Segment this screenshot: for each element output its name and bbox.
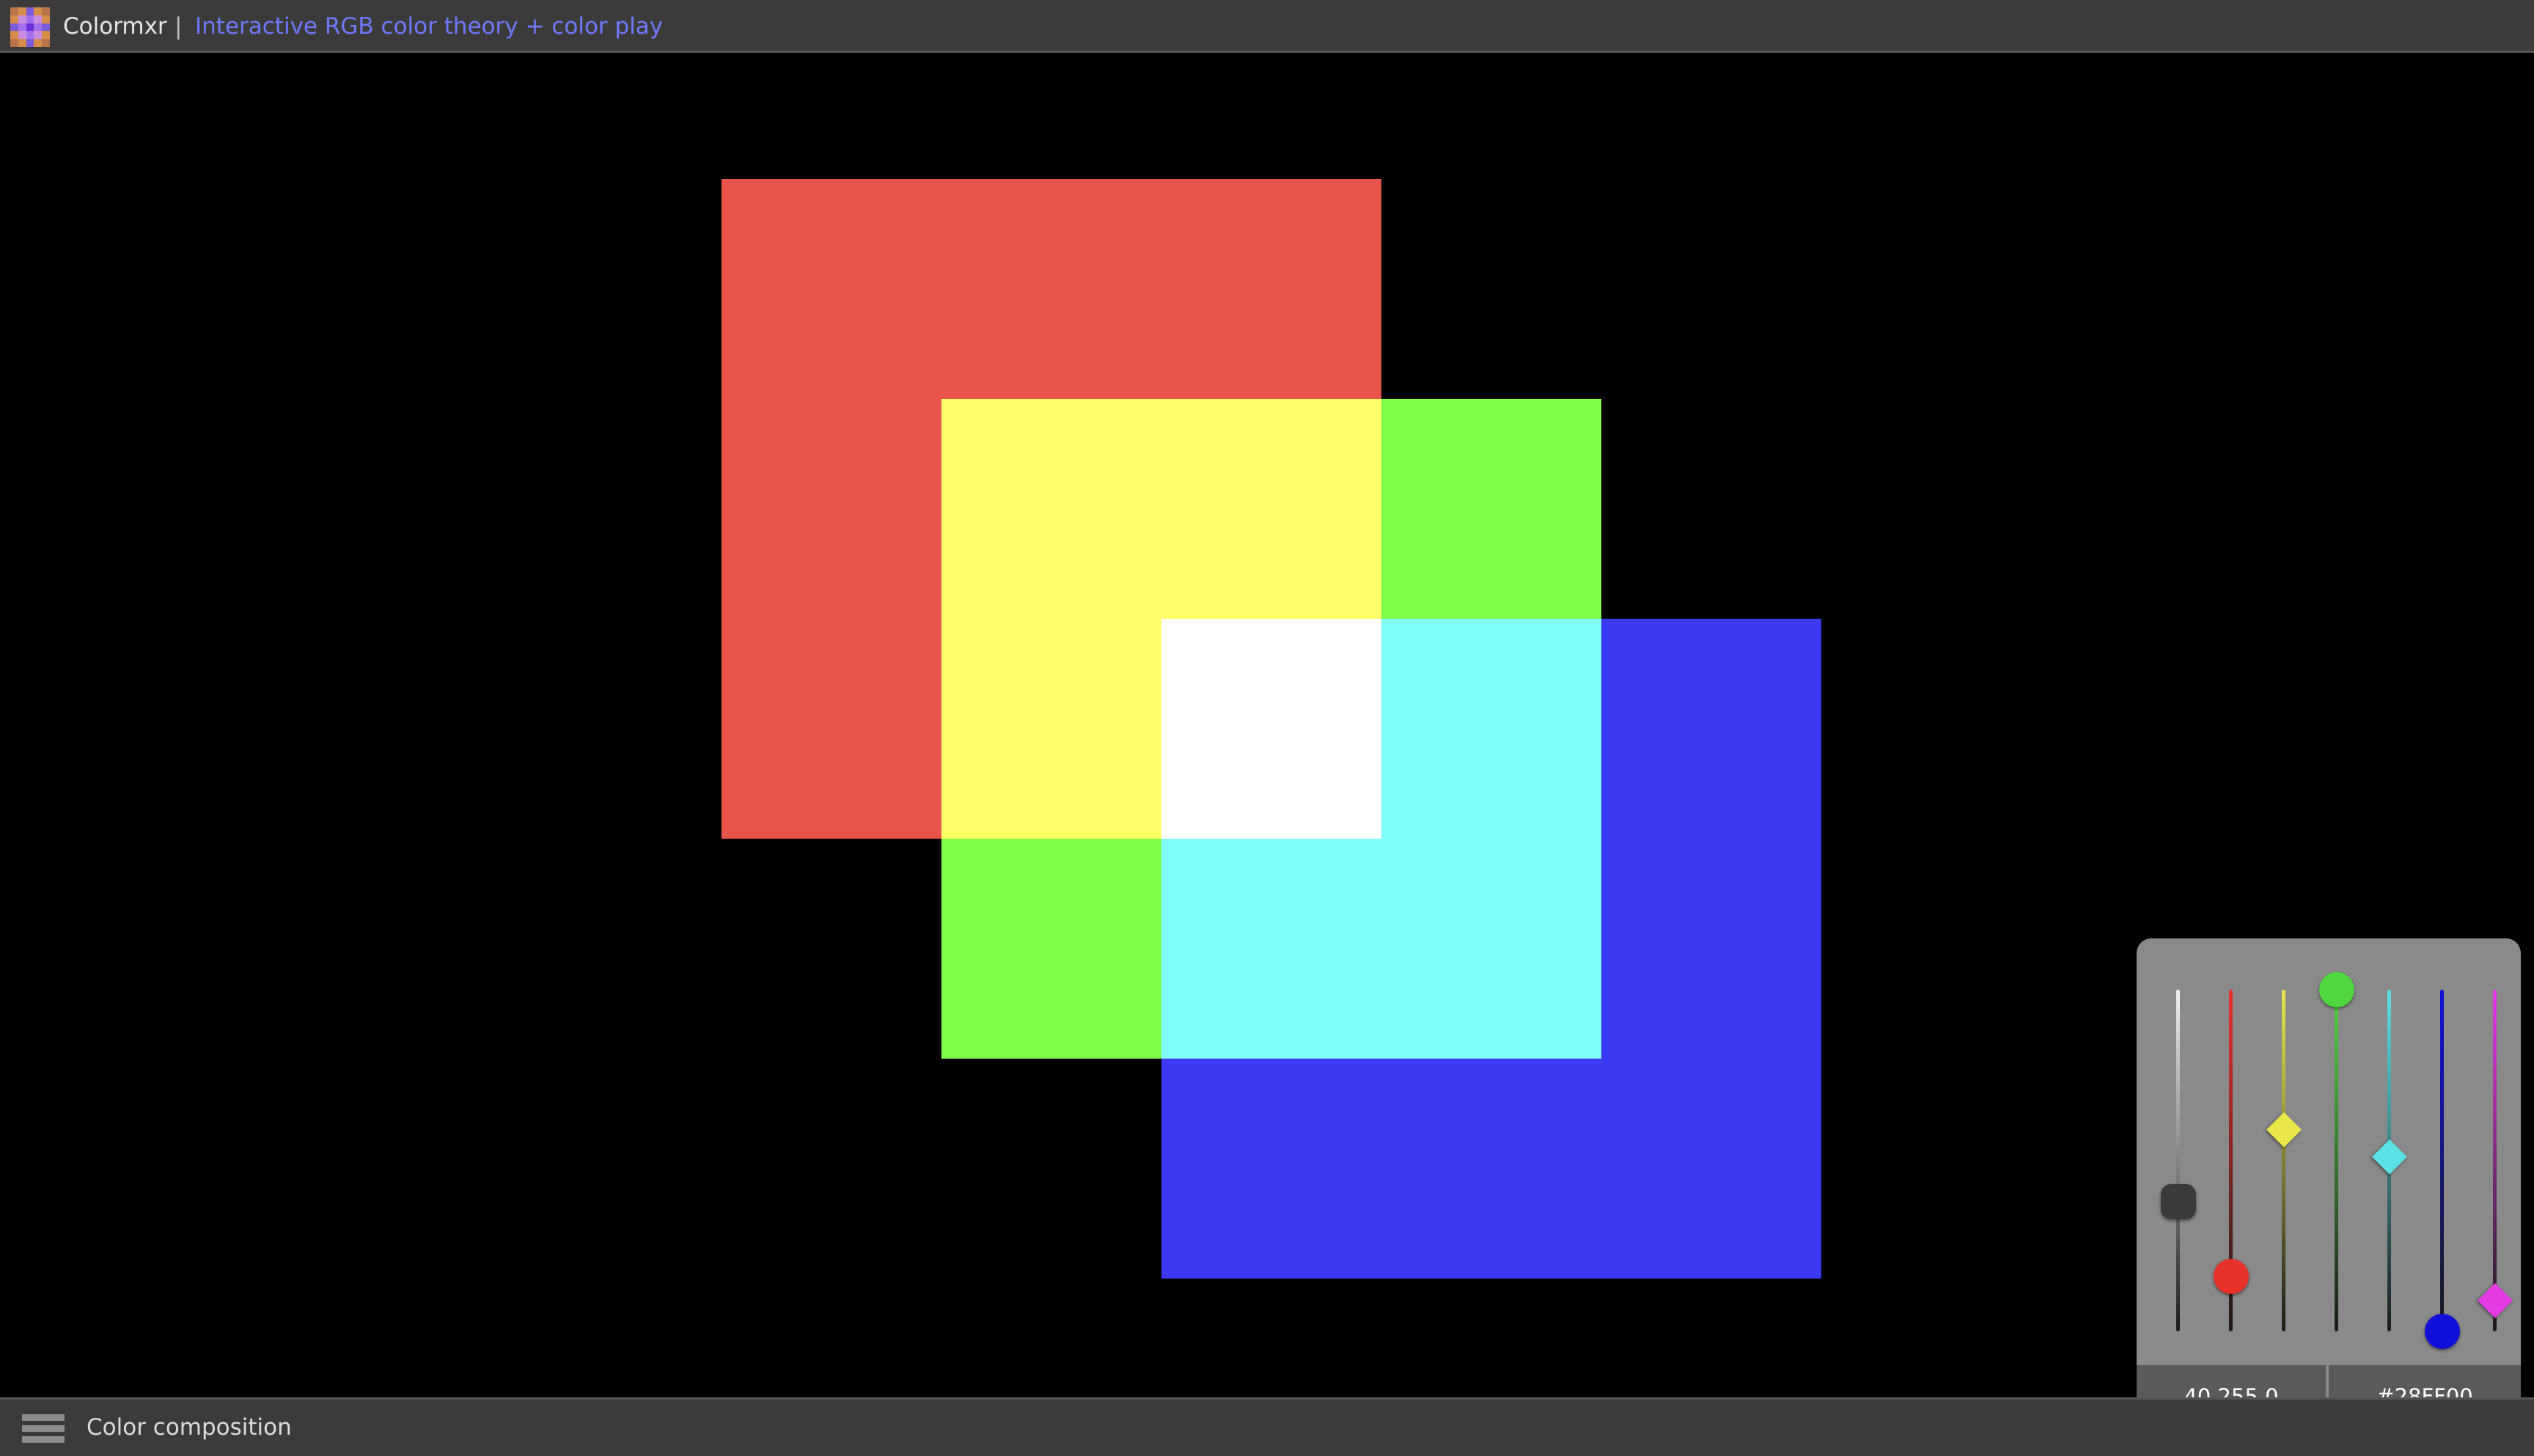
yellow-slider-track[interactable] — [2282, 990, 2285, 1331]
white-overlap — [1161, 619, 1381, 839]
brightness-slider-handle[interactable] — [2160, 1183, 2196, 1219]
magenta-slider-handle[interactable] — [2477, 1283, 2513, 1319]
footer-label: Color composition — [87, 1414, 292, 1441]
magenta-slider-track[interactable] — [2493, 990, 2497, 1331]
yellow-slider-handle[interactable] — [2266, 1112, 2302, 1148]
slider-panel: 40.255.0 #28FF00 — [2137, 938, 2521, 1428]
color-canvas[interactable]: i 40.255.0 #28FF00 — [0, 53, 2534, 1428]
app-title: Colormxr — [63, 13, 167, 40]
brightness-slider-track[interactable] — [2176, 990, 2180, 1331]
blue-slider-track[interactable] — [2440, 990, 2444, 1331]
footer-bar: Color composition — [0, 1397, 2534, 1456]
app-window: Colormxr | Interactive RGB color theory … — [0, 0, 2534, 1456]
colormxr-logo-icon — [10, 7, 50, 47]
blue-slider-handle[interactable] — [2424, 1314, 2460, 1349]
red-slider-handle[interactable] — [2213, 1259, 2249, 1295]
title-separator: | — [175, 13, 183, 40]
green-slider-track[interactable] — [2335, 990, 2338, 1331]
header-bar: Colormxr | Interactive RGB color theory … — [0, 0, 2534, 53]
menu-icon[interactable] — [22, 1414, 65, 1444]
app-subtitle: Interactive RGB color theory + color pla… — [195, 13, 664, 40]
green-slider-handle[interactable] — [2318, 972, 2354, 1007]
cyan-slider-handle[interactable] — [2371, 1139, 2407, 1175]
